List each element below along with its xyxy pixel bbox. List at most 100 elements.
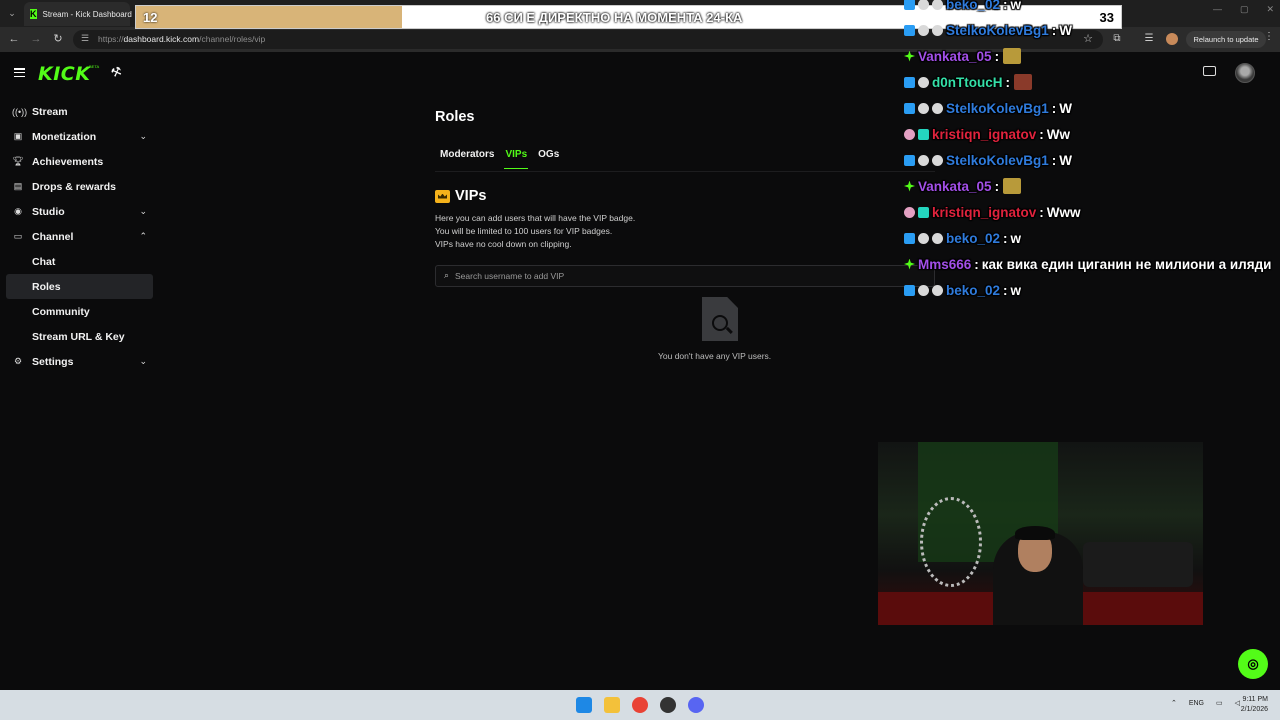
volume-icon[interactable]: ◁ xyxy=(1235,699,1240,707)
relaunch-button[interactable]: Relaunch to update xyxy=(1186,31,1266,48)
bookmark-star-icon[interactable]: ☆ xyxy=(1083,32,1093,45)
vip-search-field[interactable]: ⌕ xyxy=(435,265,935,287)
avatar[interactable] xyxy=(1235,63,1255,83)
chat-text: Ww xyxy=(1046,126,1071,142)
section-header: VIPs xyxy=(435,188,486,204)
tab-divider xyxy=(435,171,935,172)
sidebar-item-settings[interactable]: ⚙ Settings ⌄ xyxy=(6,349,153,374)
start-icon[interactable] xyxy=(576,697,592,713)
sidebar-item-label: Channel xyxy=(32,230,74,243)
kick-logo[interactable]: KICK xyxy=(38,63,90,85)
chat-text: w xyxy=(1010,0,1022,12)
kick-favicon-icon: K xyxy=(30,9,37,19)
menu-icon[interactable] xyxy=(14,68,25,77)
sidebar-item-community[interactable]: Community xyxy=(6,299,153,324)
poll-left-count: 12 xyxy=(143,10,158,25)
back-icon[interactable]: ← xyxy=(7,32,21,46)
file-explorer-icon[interactable] xyxy=(604,697,620,713)
chat-badge-icon xyxy=(918,284,929,296)
sidebar-item-chat[interactable]: Chat xyxy=(6,249,153,274)
language-indicator[interactable]: ENG xyxy=(1189,700,1204,707)
magnifier-icon xyxy=(712,315,728,331)
sidebar-item-achievements[interactable]: 🏆︎ Achievements xyxy=(6,149,153,174)
address-bar: ← → ↻ ☰ https://dashboard.kick.com/chann… xyxy=(0,27,1280,52)
chat-message: kristiqn_ignatov: Www xyxy=(904,202,1081,222)
chevron-up-icon[interactable]: ⌃ xyxy=(1171,699,1177,707)
network-icon[interactable]: ▭ xyxy=(1216,699,1223,707)
chat-username: d0nTtoucH xyxy=(932,74,1003,90)
sidebar-item-channel[interactable]: ▭ Channel ⌃ xyxy=(6,224,153,249)
description-line: You will be limited to 100 users for VIP… xyxy=(435,226,613,236)
chat-message: d0nTtoucH: xyxy=(904,72,1032,92)
poll-text: 66 СИ Е ДИРЕКТНО НА МОМЕНТА 24-КА xyxy=(486,10,743,25)
chat-badge-icon xyxy=(918,76,929,88)
site-info-icon[interactable]: ☰ xyxy=(81,33,89,44)
chat-separator: : xyxy=(994,48,1000,64)
close-icon[interactable]: ✕ xyxy=(1266,4,1274,15)
sidebar-item-label: Achievements xyxy=(32,155,104,168)
tab-moderators[interactable]: Moderators xyxy=(440,149,494,169)
kick-header: KICK BETA ⚒ xyxy=(0,52,1280,96)
tab-vips[interactable]: VIPs xyxy=(504,149,529,169)
chat-text: w xyxy=(1010,282,1022,298)
chrome-icon[interactable] xyxy=(632,697,648,713)
minimize-icon[interactable]: — xyxy=(1213,4,1222,15)
reload-icon[interactable]: ↻ xyxy=(51,32,65,46)
vip-search-input[interactable] xyxy=(455,269,915,283)
reading-list-icon[interactable]: ☰ xyxy=(1143,33,1155,45)
stream-preview-icon[interactable] xyxy=(1203,66,1216,76)
chat-badge-icon xyxy=(904,154,915,166)
chat-emote-icon xyxy=(1014,74,1032,90)
poll-progress-fill xyxy=(136,6,402,28)
chat-username: Mms666 xyxy=(918,256,972,272)
profile-icon[interactable] xyxy=(1166,33,1178,45)
maximize-icon[interactable]: ▢ xyxy=(1240,4,1249,15)
sidebar-item-drops[interactable]: ▤ Drops & rewards xyxy=(6,174,153,199)
obs-icon[interactable] xyxy=(660,697,676,713)
sidebar-item-studio[interactable]: ◉ Studio ⌄ xyxy=(6,199,153,224)
browser-tab[interactable]: K Stream - Kick Dashboard xyxy=(24,2,132,26)
roles-tabs: Moderators VIPs OGs xyxy=(440,149,559,169)
description-line: Here you can add users that will have th… xyxy=(435,213,636,223)
hammer-icon[interactable]: ⚒ xyxy=(109,64,124,81)
clock-date: 2/1/2026 xyxy=(1240,706,1268,713)
chat-badge-icon xyxy=(904,0,915,10)
help-chat-icon[interactable]: ◎ xyxy=(1238,649,1268,679)
chat-message: StelkoKolevBg1: W xyxy=(904,20,1072,40)
chat-username: beko_02 xyxy=(946,230,1001,246)
chat-emote-icon xyxy=(1003,178,1022,194)
empty-state-text: You don't have any VIP users. xyxy=(658,351,772,361)
chat-separator: : xyxy=(1005,74,1011,90)
description-line: VIPs have no cool down on clipping. xyxy=(435,239,572,249)
sidebar-item-monetization[interactable]: ▣ Monetization ⌄ xyxy=(6,124,153,149)
chevron-down-icon: ⌄ xyxy=(139,356,147,366)
chat-message: StelkoKolevBg1: W xyxy=(904,98,1072,118)
chat-badge-icon xyxy=(904,180,915,192)
chat-badge-icon xyxy=(904,206,915,218)
more-menu-icon[interactable]: ⋮ xyxy=(1264,31,1274,42)
clock-time: 9:11 PM xyxy=(1242,696,1268,703)
tab-ogs[interactable]: OGs xyxy=(538,149,559,169)
forward-icon[interactable]: → xyxy=(29,32,43,46)
tab-search-icon[interactable]: ⌄ xyxy=(5,6,19,20)
chat-badge-icon xyxy=(932,154,943,166)
chat-separator: : xyxy=(1003,0,1008,12)
chat-badge-icon xyxy=(918,232,929,244)
chat-badge-icon xyxy=(918,206,929,218)
trophy-icon: 🏆︎ xyxy=(12,156,24,166)
sidebar-item-stream-url-key[interactable]: Stream URL & Key xyxy=(6,324,153,349)
extensions-icon[interactable]: ⧉ xyxy=(1111,33,1123,45)
search-icon: ⌕ xyxy=(444,270,450,280)
clock[interactable]: 9:11 PM 2/1/2026 xyxy=(1241,695,1268,715)
window-controls: — ▢ ✕ xyxy=(1213,4,1274,15)
chat-separator: : xyxy=(1003,230,1008,246)
gift-icon: ▤ xyxy=(13,181,23,191)
sidebar-item-stream[interactable]: ((•)) Stream xyxy=(6,99,153,124)
discord-icon[interactable] xyxy=(688,697,704,713)
chat-username: StelkoKolevBg1 xyxy=(946,100,1049,116)
chat-badge-icon xyxy=(932,0,943,10)
broadcast-icon: ((•)) xyxy=(12,106,28,117)
sidebar-item-roles[interactable]: Roles xyxy=(6,274,153,299)
chat-badge-icon xyxy=(904,284,915,296)
chat-badge-icon xyxy=(932,284,943,296)
